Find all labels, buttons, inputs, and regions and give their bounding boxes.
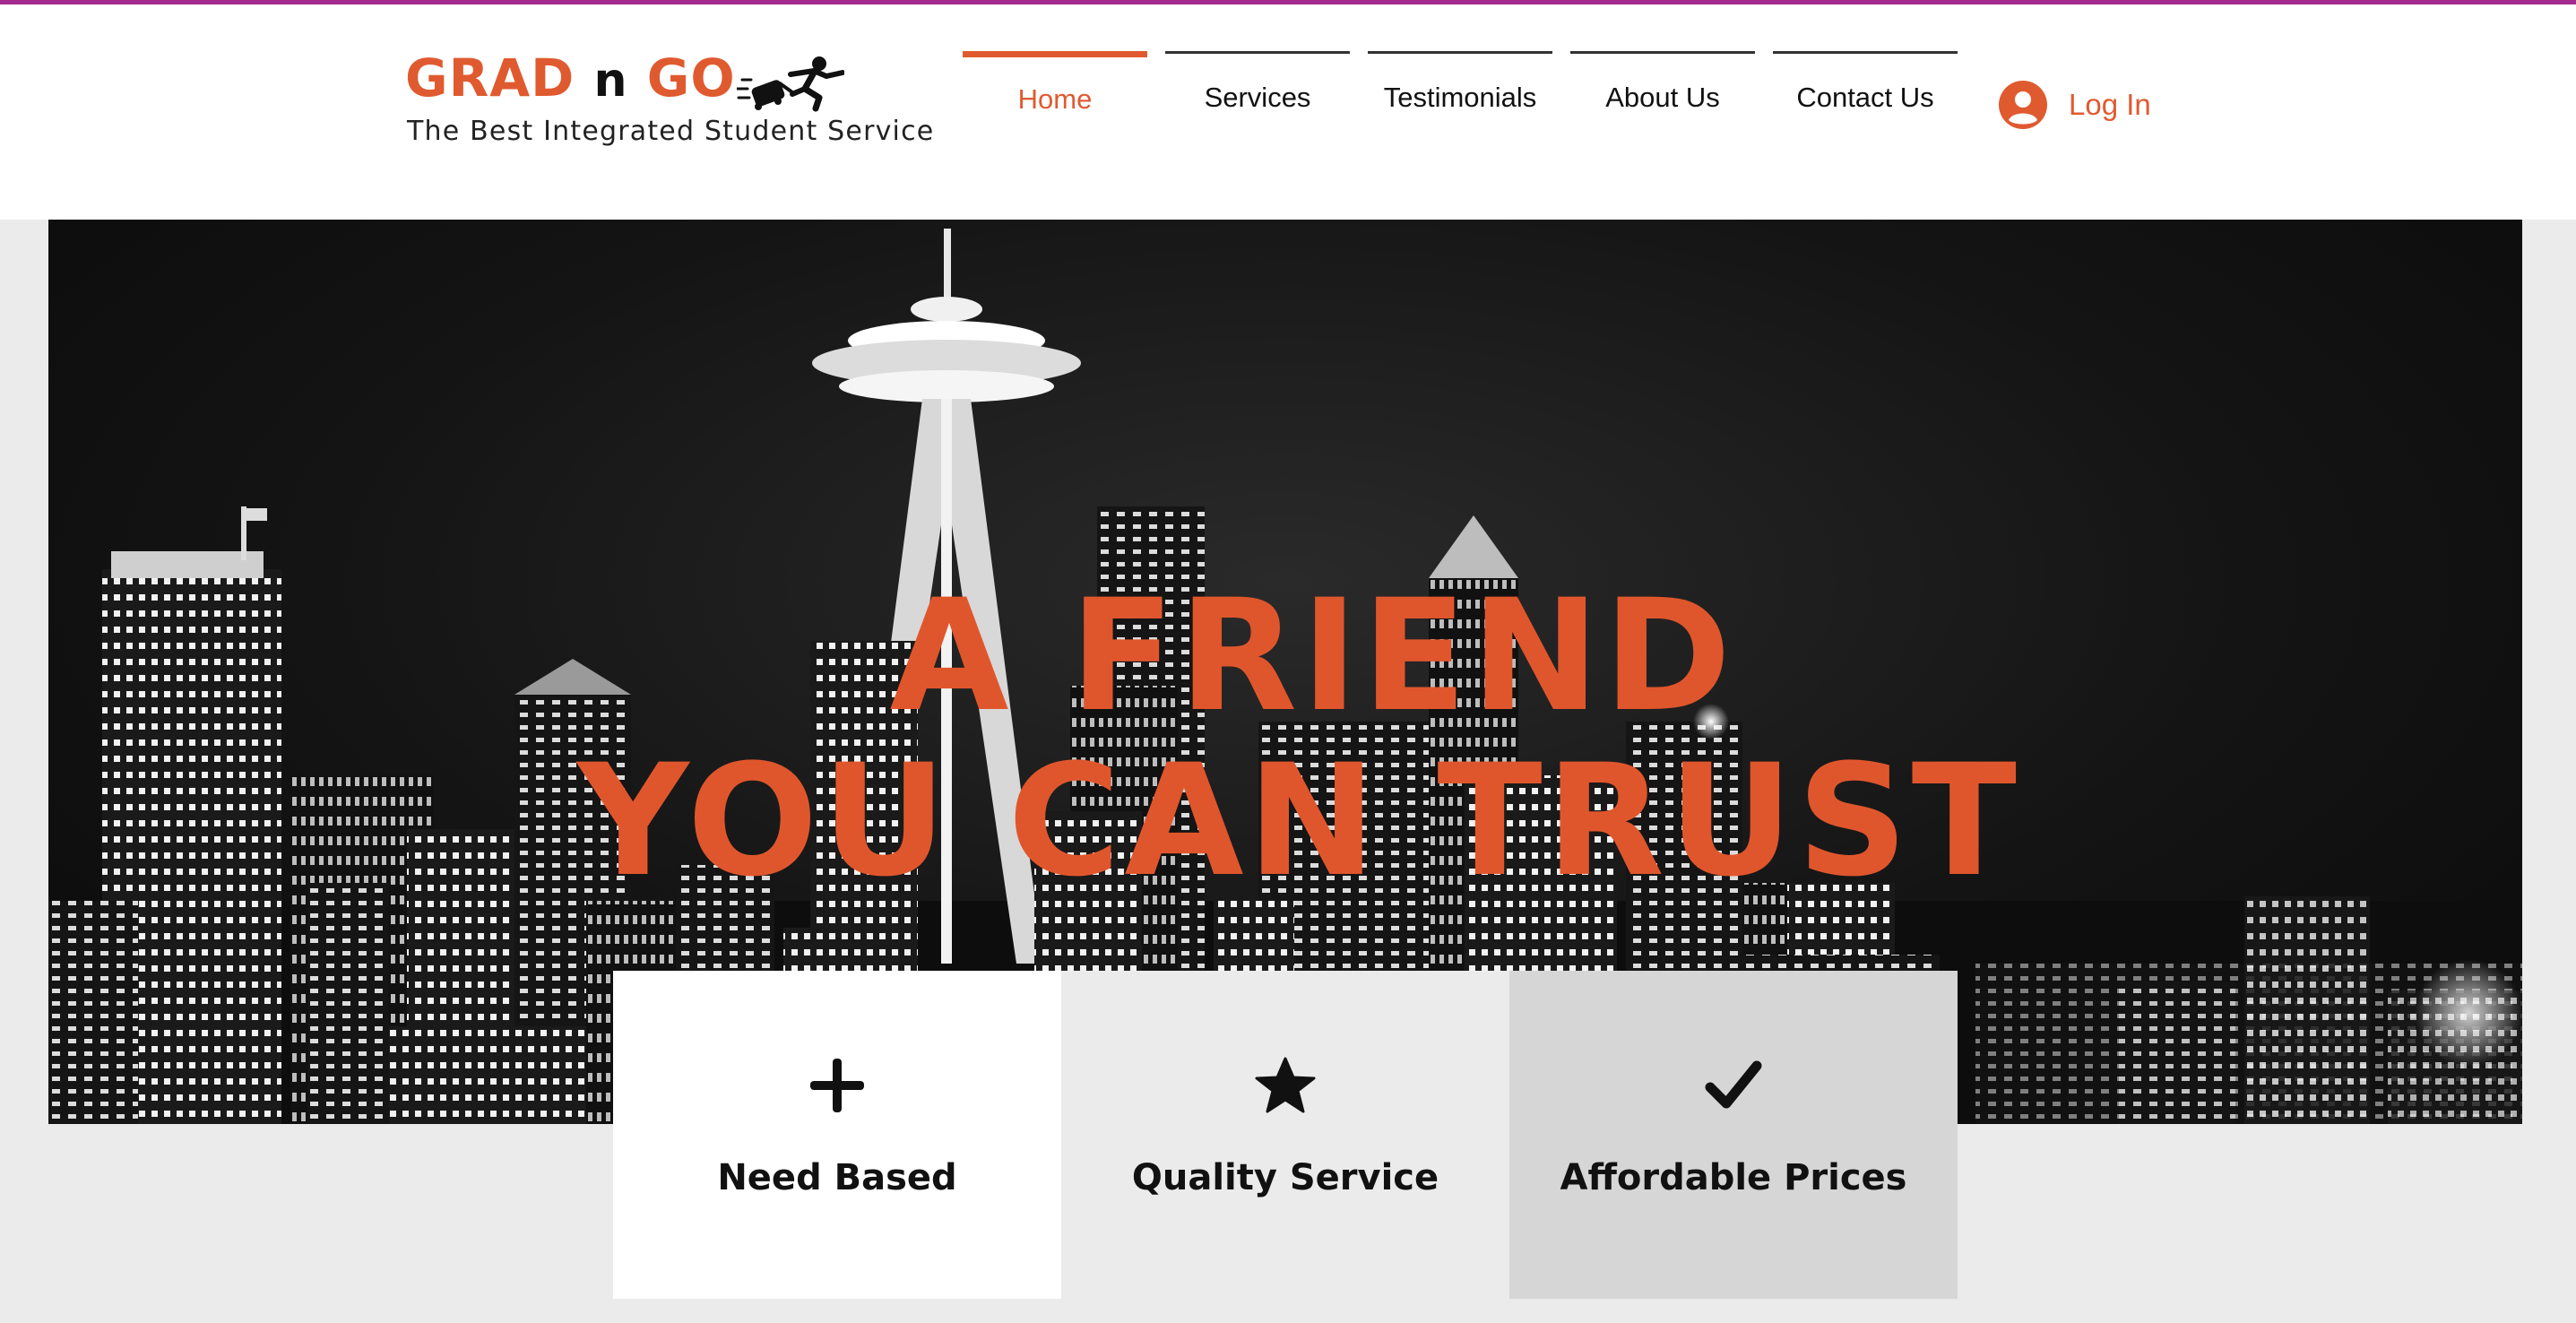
feature-card-affordable-prices: Affordable Prices: [1509, 971, 1958, 1299]
feature-card-need-based: Need Based: [613, 971, 1061, 1299]
nav-item-contact-us[interactable]: Contact Us: [1773, 51, 1958, 141]
feature-card-label: Quality Service: [1131, 1157, 1439, 1198]
checkmark-icon: [1705, 1060, 1762, 1109]
feature-card-label: Affordable Prices: [1560, 1157, 1907, 1198]
site-header: GRAD n GO The Best Integrated Student Se…: [0, 4, 2576, 220]
logo-brand: GRAD n GO: [405, 48, 736, 108]
logo-tagline: The Best Integrated Student Service: [407, 116, 935, 147]
feature-card-label: Need Based: [717, 1157, 957, 1198]
logo-brand-mid: n: [593, 54, 628, 108]
main-nav: Home Services Testimonials About Us Cont…: [963, 51, 1958, 150]
nav-item-services[interactable]: Services: [1165, 51, 1350, 141]
login-button[interactable]: Log In: [1999, 78, 2151, 132]
feature-card-quality-service: Quality Service: [1061, 971, 1509, 1299]
login-label: Log In: [2069, 88, 2151, 121]
hero-headline-line1: A FRIEND: [889, 566, 1735, 746]
hero-headline-line2: YOU CAN TRUST: [577, 731, 2020, 911]
plus-icon: [810, 1059, 864, 1112]
site-logo[interactable]: GRAD n GO The Best Integrated Student Se…: [405, 48, 933, 155]
hero-headline: A FRIEND YOU CAN TRUST: [48, 574, 2522, 904]
feature-cards: Need Based Quality Service Affordable Pr…: [613, 971, 1958, 1299]
user-avatar-icon: [1999, 81, 2047, 129]
nav-item-about-us[interactable]: About Us: [1570, 51, 1755, 141]
nav-item-testimonials[interactable]: Testimonials: [1368, 51, 1552, 141]
logo-brand-right: GO: [646, 48, 736, 108]
logo-brand-left: GRAD: [405, 48, 575, 108]
nav-item-home[interactable]: Home: [963, 51, 1147, 141]
running-traveler-icon: [737, 56, 844, 112]
star-icon: [1255, 1057, 1316, 1113]
